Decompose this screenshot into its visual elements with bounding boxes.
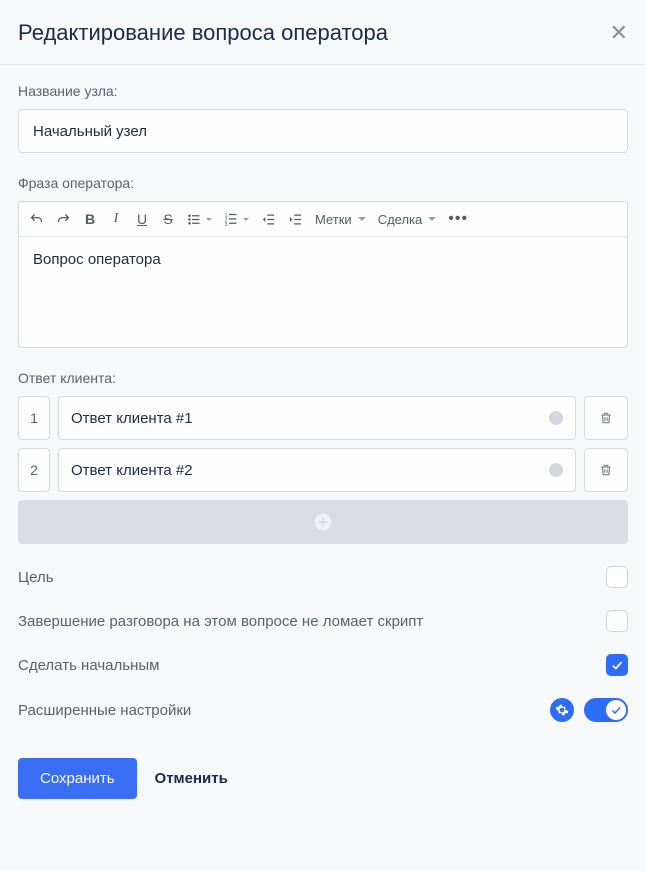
labels-dropdown[interactable]: Метки <box>315 212 366 227</box>
deal-dropdown-label: Сделка <box>378 212 423 227</box>
modal-title: Редактирование вопроса оператора <box>18 20 388 46</box>
chevron-down-icon <box>243 218 249 221</box>
answer-input[interactable] <box>71 462 549 479</box>
editor-content[interactable]: Вопрос оператора <box>19 237 627 347</box>
indent-button[interactable] <box>288 210 303 228</box>
delete-answer-button[interactable] <box>584 396 628 440</box>
close-button[interactable]: ✕ <box>610 22 628 44</box>
deal-dropdown[interactable]: Сделка <box>378 212 437 227</box>
goal-checkbox[interactable] <box>606 566 628 588</box>
toggle-knob <box>606 700 626 720</box>
trash-icon <box>599 462 613 478</box>
option-make-initial: Сделать начальным <box>18 654 628 676</box>
make-initial-label: Сделать начальным <box>18 657 159 674</box>
close-icon: ✕ <box>610 20 628 45</box>
bold-button[interactable]: B <box>83 210 97 228</box>
node-name-input[interactable] <box>18 109 628 153</box>
answer-number: 2 <box>18 448 50 492</box>
gear-icon <box>555 703 569 717</box>
plus-circle-icon <box>313 512 333 532</box>
modal-footer: Сохранить Отменить <box>18 758 628 799</box>
advanced-controls <box>550 698 628 722</box>
outdent-button[interactable] <box>261 210 276 228</box>
chevron-down-icon <box>358 217 366 221</box>
operator-phrase-label: Фраза оператора: <box>18 175 628 191</box>
numbered-list-button[interactable]: 123 <box>224 210 249 228</box>
completion-checkbox[interactable] <box>606 610 628 632</box>
modal: Редактирование вопроса оператора ✕ Назва… <box>0 0 646 871</box>
more-button[interactable]: ••• <box>448 210 468 228</box>
redo-icon[interactable] <box>56 210 71 228</box>
answer-row: 2 <box>18 448 628 492</box>
answer-input-wrap <box>58 448 576 492</box>
option-goal: Цель <box>18 566 628 588</box>
modal-body: Название узла: Фраза оператора: B I U S <box>0 65 646 817</box>
rich-text-editor: B I U S 123 <box>18 201 628 348</box>
cancel-button[interactable]: Отменить <box>155 770 228 787</box>
bullet-list-button[interactable] <box>187 210 212 228</box>
underline-button[interactable]: U <box>135 210 149 228</box>
delete-answer-button[interactable] <box>584 448 628 492</box>
answer-input-wrap <box>58 396 576 440</box>
chevron-down-icon <box>206 218 212 221</box>
answer-number: 1 <box>18 396 50 440</box>
trash-icon <box>599 410 613 426</box>
labels-dropdown-label: Метки <box>315 212 352 227</box>
italic-button[interactable]: I <box>109 210 123 228</box>
status-dot-icon <box>549 411 563 425</box>
strikethrough-button[interactable]: S <box>161 210 175 228</box>
svg-text:3: 3 <box>225 221 228 226</box>
advanced-label: Расширенные настройки <box>18 702 191 719</box>
goal-label: Цель <box>18 569 54 586</box>
node-name-label: Название узла: <box>18 83 628 99</box>
client-answer-label: Ответ клиента: <box>18 370 628 386</box>
option-advanced: Расширенные настройки <box>18 698 628 722</box>
add-answer-button[interactable] <box>18 500 628 544</box>
status-dot-icon <box>549 463 563 477</box>
chevron-down-icon <box>428 217 436 221</box>
undo-icon[interactable] <box>29 210 44 228</box>
save-button[interactable]: Сохранить <box>18 758 137 799</box>
check-icon <box>610 704 622 716</box>
option-completion: Завершение разговора на этом вопросе не … <box>18 610 628 632</box>
check-icon <box>610 658 624 672</box>
editor-toolbar: B I U S 123 <box>19 202 627 237</box>
answer-input[interactable] <box>71 410 549 427</box>
modal-header: Редактирование вопроса оператора ✕ <box>0 0 646 65</box>
completion-label: Завершение разговора на этом вопросе не … <box>18 613 423 630</box>
advanced-settings-button[interactable] <box>550 698 574 722</box>
answer-row: 1 <box>18 396 628 440</box>
make-initial-checkbox[interactable] <box>606 654 628 676</box>
advanced-toggle[interactable] <box>584 698 628 722</box>
